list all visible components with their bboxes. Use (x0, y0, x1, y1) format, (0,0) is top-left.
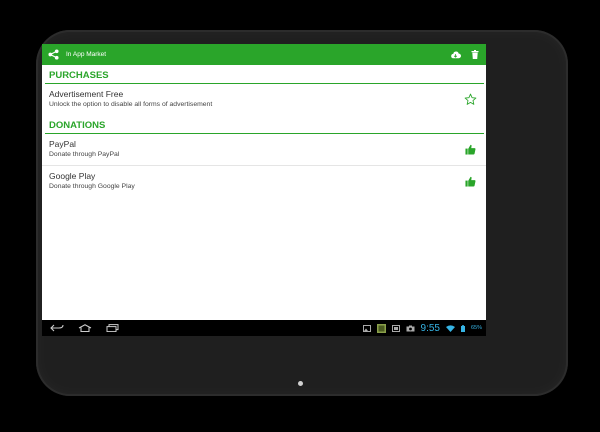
back-icon[interactable] (50, 324, 64, 332)
battery-percent: 65% (470, 325, 482, 331)
clock: 9:55 (420, 322, 440, 334)
cloud-icon[interactable] (450, 50, 461, 59)
screenshot-icon[interactable] (391, 324, 400, 332)
app-bar: In App Market (42, 44, 486, 65)
list-item-advertisement-free[interactable]: Advertisement Free Unlock the option to … (42, 84, 486, 115)
list-item-google-play[interactable]: Google Play Donate through Google Play (42, 166, 486, 197)
trash-icon[interactable] (471, 50, 479, 59)
section-header-donations: DONATIONS (49, 120, 106, 131)
battery-icon (460, 324, 465, 332)
home-indicator-dot (298, 381, 303, 386)
thumbs-up-icon[interactable] (463, 174, 477, 188)
wifi-icon (445, 324, 455, 332)
app-title: In App Market (66, 51, 107, 58)
camera-icon[interactable] (406, 325, 415, 332)
item-subtitle: Unlock the option to disable all forms o… (49, 101, 213, 108)
thumbs-up-icon[interactable] (463, 142, 477, 156)
item-title: PayPal (49, 139, 76, 149)
item-subtitle: Donate through PayPal (49, 151, 120, 158)
home-icon[interactable] (78, 324, 92, 332)
item-title: Advertisement Free (49, 89, 124, 99)
star-outline-icon[interactable] (463, 92, 477, 106)
section-header-purchases: PURCHASES (49, 70, 109, 81)
share-icon[interactable] (48, 48, 61, 61)
app-thumb-icon[interactable] (376, 323, 386, 333)
recents-icon[interactable] (106, 324, 119, 332)
item-title: Google Play (49, 171, 96, 181)
list-item-paypal[interactable]: PayPal Donate through PayPal (42, 134, 486, 166)
app-screen: In App Market PURCHASES Advertisement Fr… (42, 44, 486, 320)
gallery-icon[interactable] (362, 324, 371, 332)
content-list: PURCHASES Advertisement Free Unlock the … (42, 65, 486, 197)
system-bar: 9:55 65% (42, 320, 486, 336)
item-subtitle: Donate through Google Play (49, 183, 135, 190)
